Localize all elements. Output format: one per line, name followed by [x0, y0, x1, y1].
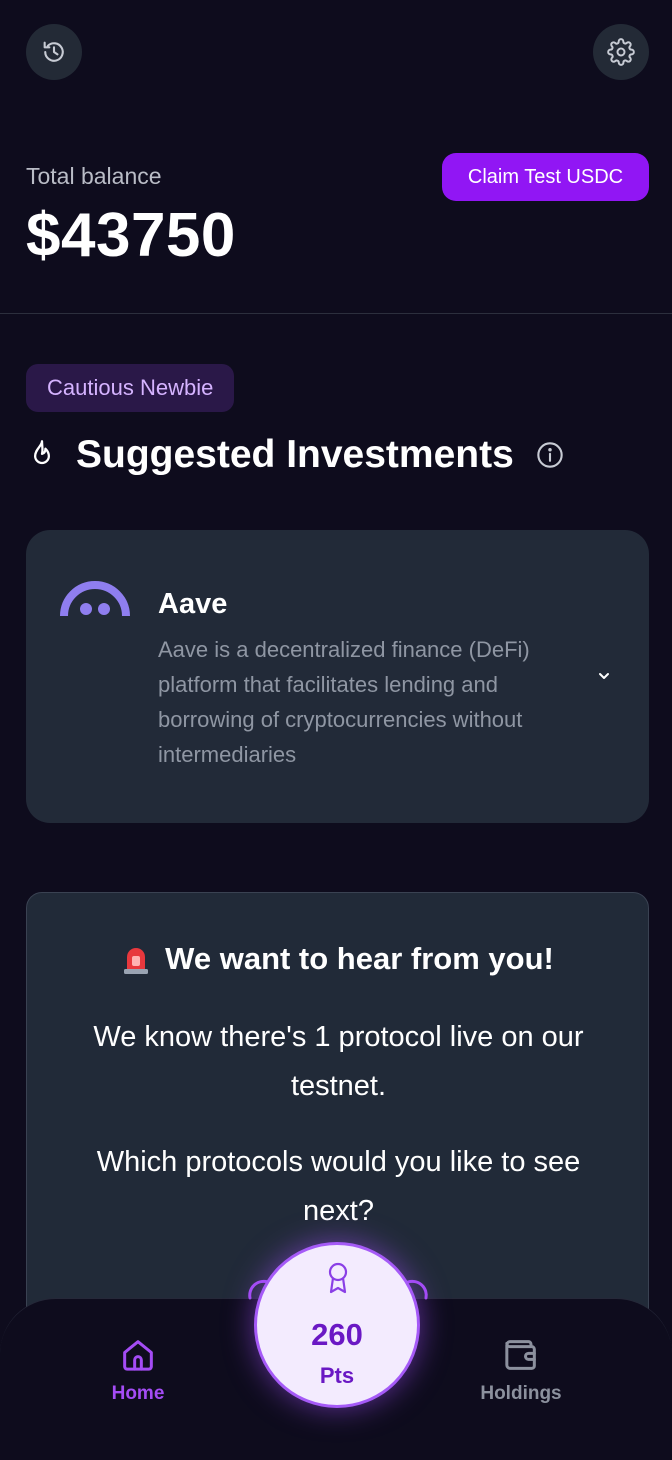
home-icon [123, 1340, 153, 1371]
claim-test-usdc-button[interactable]: Claim Test USDC [442, 153, 649, 201]
divider [0, 313, 672, 314]
total-balance-label: Total balance [26, 163, 162, 189]
feedback-paragraph-2: Which protocols would you like to see ne… [96, 1146, 581, 1227]
feedback-title-text: We want to hear from you! [165, 941, 554, 976]
risk-profile-badge: Cautious Newbie [26, 364, 235, 412]
total-balance-value: $43750 [26, 201, 236, 270]
points-button[interactable]: 260 Pts [254, 1242, 420, 1408]
aave-logo [60, 581, 130, 617]
history-icon [43, 41, 64, 62]
protocol-name: Aave [158, 588, 228, 620]
history-button[interactable] [26, 24, 82, 80]
points-value: 260 [311, 1317, 363, 1352]
chevron-down-icon[interactable] [596, 668, 612, 684]
info-icon[interactable] [536, 441, 564, 469]
nav-home-label: Home [111, 1383, 165, 1404]
suggested-investments-header: Suggested Investments [28, 430, 564, 480]
feedback-title: We want to hear from you! [27, 941, 648, 977]
points-label: Pts [319, 1363, 355, 1388]
section-title: Suggested Investments [76, 433, 514, 476]
fire-icon [33, 440, 50, 465]
settings-button[interactable] [593, 24, 649, 80]
wallet-icon [505, 1340, 536, 1370]
gear-icon [607, 38, 635, 66]
nav-item-holdings[interactable]: Holdings [461, 1335, 581, 1405]
award-icon [328, 1262, 348, 1294]
siren-icon [124, 948, 149, 974]
nav-item-home[interactable]: Home [78, 1335, 198, 1405]
protocol-description: Aave is a decentralized finance (DeFi) p… [158, 637, 530, 767]
nav-holdings-label: Holdings [480, 1383, 562, 1404]
investment-card-aave[interactable]: Aave Aave is a decentralized finance (De… [26, 530, 649, 823]
feedback-paragraph-1: We know there's 1 protocol live on our t… [93, 1021, 584, 1102]
